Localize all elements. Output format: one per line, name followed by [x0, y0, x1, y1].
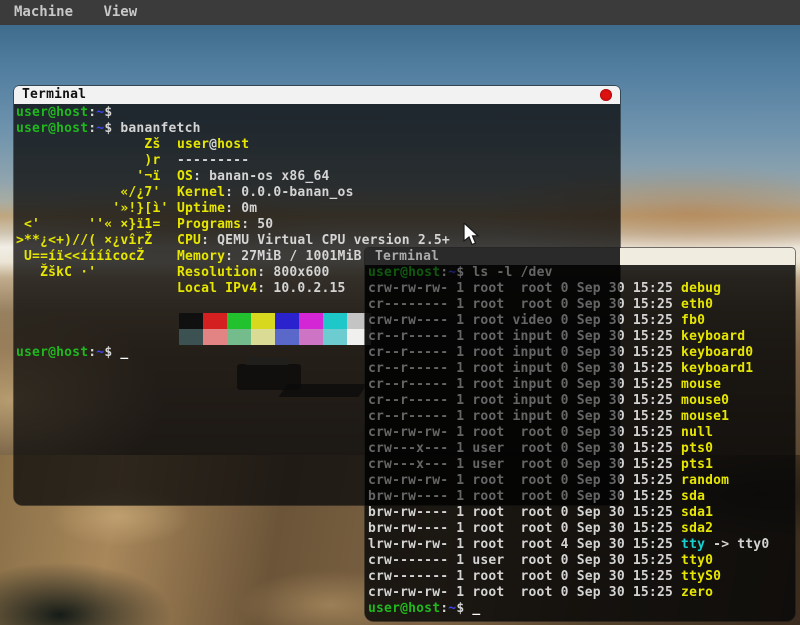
fetch-info-row: CPU: QEMU Virtual CPU version 2.5+: [177, 233, 450, 249]
bananfetch-ascii-art: Zš )r '¬ï «/¿7' '»!}[ì' <' ''« ×}ï1= >**…: [16, 137, 169, 281]
terminal1-title: Terminal: [14, 87, 86, 102]
palette-swatch: [275, 329, 299, 345]
palette-swatch: [203, 329, 227, 345]
terminal2-title: Terminal: [365, 249, 439, 264]
ls-row: crw---x--- 1 user root 0 Sep 30 15:25 pt…: [368, 457, 795, 473]
palette-swatch: [203, 313, 227, 329]
ls-row: crw-rw---- 1 root video 0 Sep 30 15:25 f…: [368, 313, 795, 329]
palette-swatch: [275, 313, 299, 329]
ls-row: cr--r----- 1 root input 0 Sep 30 15:25 m…: [368, 393, 795, 409]
terminal2-window: Terminal user@host:~$ ls -l /devcrw-rw-r…: [365, 248, 795, 621]
bananfetch-palette-row1: [179, 313, 371, 329]
vm-menu-bar: Machine View: [0, 0, 800, 25]
terminal1-active-prompt: user@host:~$ _: [16, 345, 128, 361]
palette-swatch: [299, 313, 323, 329]
palette-swatch: [227, 313, 251, 329]
terminal2-body[interactable]: user@host:~$ ls -l /devcrw-rw-rw- 1 root…: [365, 265, 795, 621]
palette-swatch: [179, 329, 203, 345]
mouse-cursor: [463, 223, 485, 247]
terminal2-active-prompt: user@host:~$ _: [368, 601, 795, 617]
palette-swatch: [179, 313, 203, 329]
ls-row: brw-rw---- 1 root root 0 Sep 30 15:25 sd…: [368, 521, 795, 537]
menu-item-machine[interactable]: Machine: [14, 0, 73, 25]
ls-row: cr--r----- 1 root input 0 Sep 30 15:25 k…: [368, 345, 795, 361]
ls-row: crw-rw-rw- 1 root root 0 Sep 30 15:25 ra…: [368, 473, 795, 489]
palette-swatch: [299, 329, 323, 345]
terminal1-command-line: user@host:~$ bananfetch: [16, 121, 201, 137]
fetch-info-row: user@host: [177, 137, 450, 153]
terminal1-close-button[interactable]: [600, 89, 612, 101]
menu-item-view[interactable]: View: [103, 0, 137, 25]
ls-row: crw-rw-rw- 1 root root 0 Sep 30 15:25 ze…: [368, 585, 795, 601]
ls-row: cr--r----- 1 root input 0 Sep 30 15:25 m…: [368, 377, 795, 393]
palette-swatch: [323, 313, 347, 329]
fetch-info-row: Kernel: 0.0.0-banan_os: [177, 185, 450, 201]
fetch-info-row: OS: banan-os x86_64: [177, 169, 450, 185]
palette-swatch: [251, 313, 275, 329]
ls-row: crw------- 1 user root 0 Sep 30 15:25 tt…: [368, 553, 795, 569]
ls-row: cr--r----- 1 root input 0 Sep 30 15:25 k…: [368, 361, 795, 377]
bananfetch-palette-row2: [179, 329, 371, 345]
terminal2-title-bar-exposed: [620, 248, 795, 265]
ls-row: crw-rw-rw- 1 root root 0 Sep 30 15:25 nu…: [368, 425, 795, 441]
ls-row: cr--r----- 1 root input 0 Sep 30 15:25 m…: [368, 409, 795, 425]
fetch-info-row: ---------: [177, 153, 450, 169]
ls-row: brw-rw---- 1 root root 0 Sep 30 15:25 sd…: [368, 505, 795, 521]
fetch-info-row: Uptime: 0m: [177, 201, 450, 217]
vm-screen: Machine View Terminal user@host:~$ user@…: [0, 0, 800, 625]
terminal2-title-bar[interactable]: Terminal: [365, 248, 795, 265]
terminal1-prompt-line: user@host:~$: [16, 105, 120, 121]
terminal2-output: user@host:~$ ls -l /devcrw-rw-rw- 1 root…: [368, 265, 795, 617]
ls-row: crw-rw-rw- 1 root root 0 Sep 30 15:25 de…: [368, 281, 795, 297]
ls-row: crw------- 1 root root 0 Sep 30 15:25 tt…: [368, 569, 795, 585]
ls-row: lrw-rw-rw- 1 root root 4 Sep 30 15:25 tt…: [368, 537, 795, 553]
terminal1-title-bar[interactable]: Terminal: [14, 86, 620, 104]
ls-row: brw-rw---- 1 root root 0 Sep 30 15:25 sd…: [368, 489, 795, 505]
palette-swatch: [251, 329, 275, 345]
terminal2-command-line: user@host:~$ ls -l /dev: [368, 265, 795, 281]
fetch-info-row: Programs: 50: [177, 217, 450, 233]
ls-row: cr-------- 1 root root 0 Sep 30 15:25 et…: [368, 297, 795, 313]
terminal2-title-bar-covered: Terminal: [365, 248, 620, 265]
ls-row: cr--r----- 1 root input 0 Sep 30 15:25 k…: [368, 329, 795, 345]
palette-swatch: [227, 329, 251, 345]
ls-row: crw---x--- 1 user root 0 Sep 30 15:25 pt…: [368, 441, 795, 457]
palette-swatch: [323, 329, 347, 345]
